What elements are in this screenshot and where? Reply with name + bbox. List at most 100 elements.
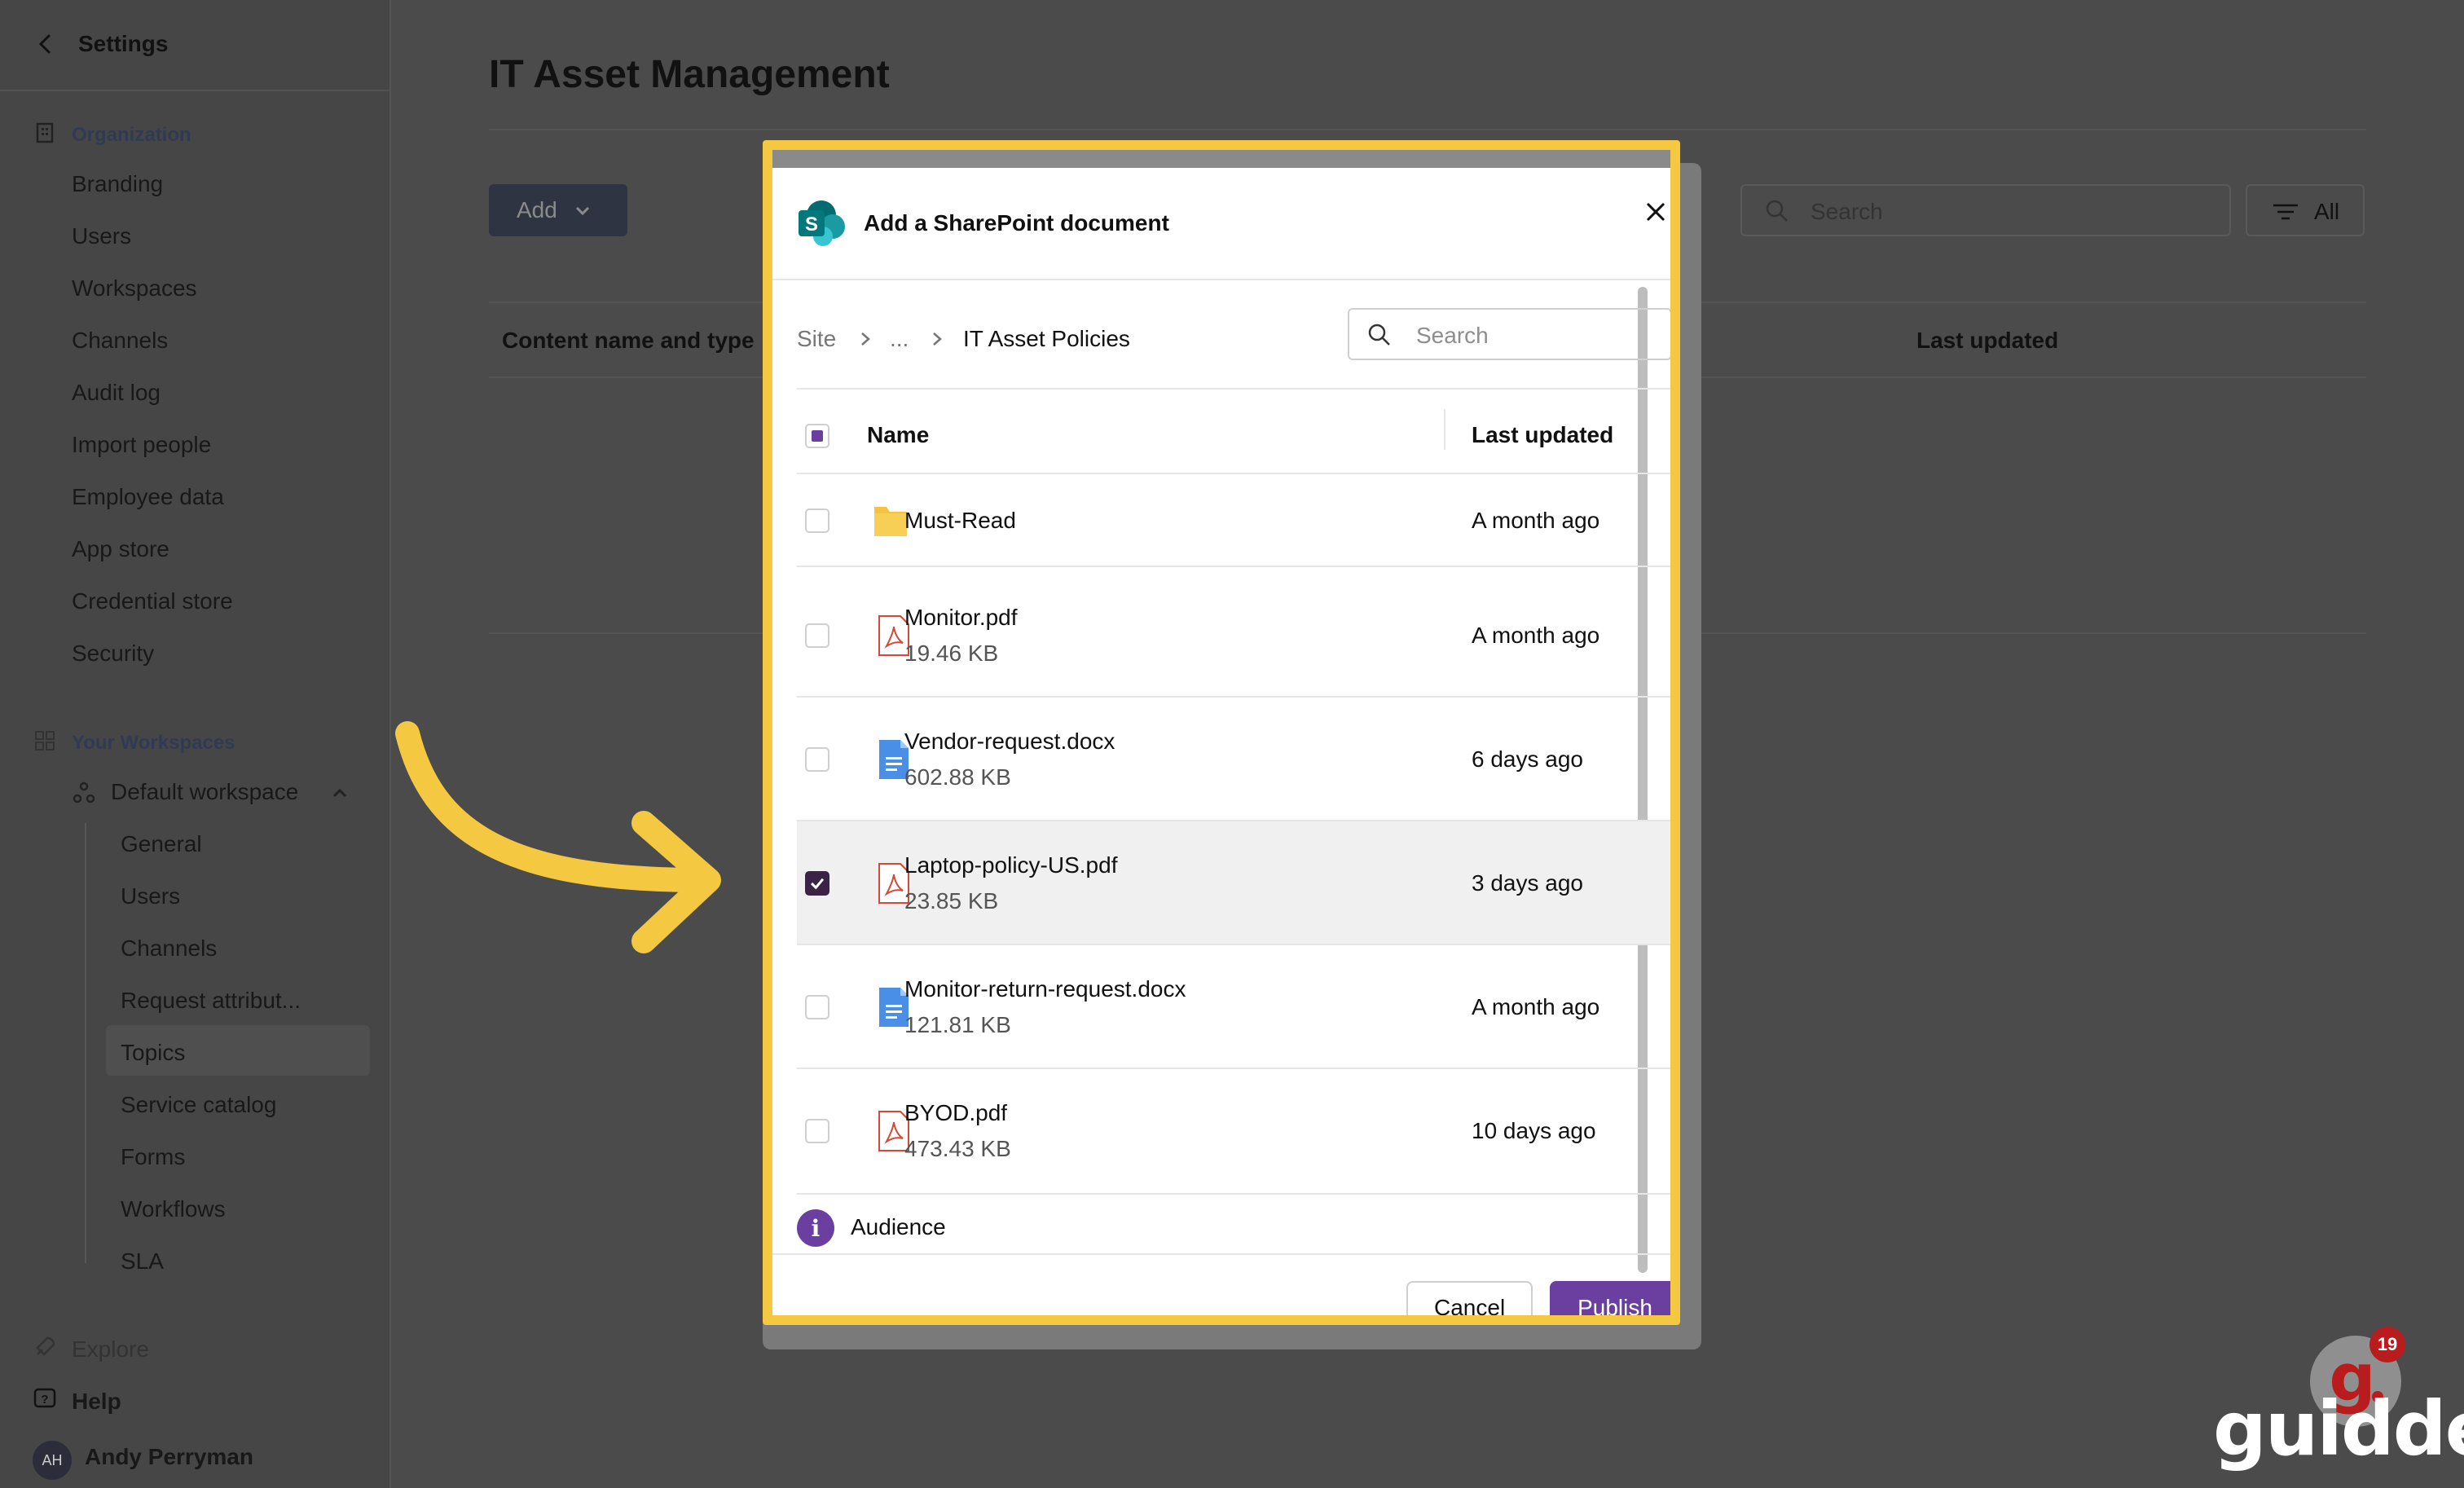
sidebar-item-import-people[interactable]: Import people xyxy=(72,432,211,458)
table-row[interactable]: Monitor.pdf 19.46 KB A month ago xyxy=(772,574,1670,698)
pointer-arrow-icon xyxy=(395,721,721,953)
column-last-updated[interactable]: Last updated xyxy=(1916,328,2058,354)
svg-text:?: ? xyxy=(41,1393,48,1407)
workspace-item-sla[interactable]: SLA xyxy=(121,1248,164,1274)
sidebar-item-workspaces[interactable]: Workspaces xyxy=(72,275,197,302)
search-placeholder: Search xyxy=(1811,199,1883,224)
row-divider xyxy=(797,566,1670,567)
help-link[interactable]: Help xyxy=(72,1389,121,1415)
cancel-button[interactable]: Cancel xyxy=(1406,1281,1533,1315)
breadcrumb-site[interactable]: Site xyxy=(797,326,836,352)
workspace-item-users[interactable]: Users xyxy=(121,883,180,909)
title-divider xyxy=(489,129,2366,130)
breadcrumb-ellipsis[interactable]: ... xyxy=(890,326,909,352)
section-your-workspaces: Your Workspaces xyxy=(72,732,235,754)
chevron-down-icon xyxy=(575,206,589,216)
file-last-updated: 6 days ago xyxy=(1472,746,1583,772)
table-bottom-divider xyxy=(797,1193,1670,1195)
row-checkbox[interactable] xyxy=(805,747,829,772)
file-size: 23.85 KB xyxy=(904,888,999,913)
building-icon xyxy=(36,122,54,143)
modal-search-input[interactable]: Search xyxy=(1348,308,1670,360)
workspace-item-forms[interactable]: Forms xyxy=(121,1144,185,1170)
user-name[interactable]: Andy Perryman xyxy=(85,1444,253,1470)
workspace-item-workflows[interactable]: Workflows xyxy=(121,1196,226,1222)
file-last-updated: 3 days ago xyxy=(1472,870,1583,896)
file-last-updated: A month ago xyxy=(1472,994,1600,1019)
file-last-updated: A month ago xyxy=(1472,623,1600,648)
file-size: 19.46 KB xyxy=(904,641,999,666)
filter-icon xyxy=(2273,204,2298,220)
column-last-updated[interactable]: Last updated xyxy=(1472,422,1613,448)
file-name[interactable]: BYOD.pdf xyxy=(904,1100,1007,1126)
workspace-item-general[interactable]: General xyxy=(121,831,202,857)
sidebar-item-credential-store[interactable]: Credential store xyxy=(72,588,233,614)
avatar[interactable]: AH xyxy=(33,1441,72,1480)
audience-label: Audience xyxy=(851,1214,946,1239)
sidebar-item-security[interactable]: Security xyxy=(72,641,154,667)
row-checkbox[interactable] xyxy=(805,1119,829,1143)
file-size: 121.81 KB xyxy=(904,1012,1011,1037)
info-icon: i xyxy=(797,1209,834,1247)
tree-line xyxy=(85,823,86,1263)
table-row[interactable]: Must-Read A month ago xyxy=(772,474,1670,567)
add-button[interactable]: Add xyxy=(489,184,627,236)
file-size: 602.88 KB xyxy=(904,764,1011,790)
close-icon[interactable] xyxy=(1639,196,1672,228)
file-name[interactable]: Must-Read xyxy=(904,508,1016,534)
filter-button[interactable]: All xyxy=(2246,184,2365,236)
workspace-item-service-catalog[interactable]: Service catalog xyxy=(121,1092,276,1118)
publish-button[interactable]: Publish xyxy=(1550,1281,1670,1315)
chevron-right-icon xyxy=(933,332,942,346)
column-separator xyxy=(1444,409,1445,450)
row-checkbox[interactable] xyxy=(805,995,829,1019)
back-arrow-icon[interactable] xyxy=(33,29,59,59)
help-icon: ? xyxy=(33,1388,56,1408)
workspace-item-channels[interactable]: Channels xyxy=(121,936,217,962)
table-row[interactable]: Vendor-request.docx 602.88 KB 6 days ago xyxy=(772,698,1670,821)
page-title: IT Asset Management xyxy=(489,53,890,96)
row-checkbox[interactable] xyxy=(805,871,829,896)
workspace-item-topics[interactable]: Topics xyxy=(121,1040,185,1066)
file-size: 473.43 KB xyxy=(904,1136,1011,1161)
file-last-updated: A month ago xyxy=(1472,508,1600,533)
section-organization: Organization xyxy=(72,124,191,146)
column-content-name[interactable]: Content name and type xyxy=(502,328,755,354)
sidebar-item-app-store[interactable]: App store xyxy=(72,536,169,562)
filter-label: All xyxy=(2314,199,2340,224)
select-all-checkbox[interactable] xyxy=(805,424,829,448)
file-name[interactable]: Laptop-policy-US.pdf xyxy=(904,852,1117,878)
chevron-up-icon[interactable] xyxy=(329,782,350,803)
workspace-icon xyxy=(73,781,95,803)
check-icon xyxy=(810,878,825,890)
chevron-right-icon xyxy=(861,332,870,346)
rocket-icon xyxy=(36,1336,55,1356)
sidebar-item-channels[interactable]: Channels xyxy=(72,328,168,354)
sidebar-item-employee-data[interactable]: Employee data xyxy=(72,484,224,510)
file-name[interactable]: Monitor.pdf xyxy=(904,605,1018,631)
table-row[interactable]: Laptop-policy-US.pdf 23.85 KB 3 days ago xyxy=(772,821,1670,945)
table-row[interactable]: Monitor-return-request.docx 121.81 KB A mo… xyxy=(772,945,1670,1069)
file-name[interactable]: Vendor-request.docx xyxy=(904,729,1115,755)
settings-sidebar: Settings Organization Branding Users Works… xyxy=(0,0,391,1488)
table-top-divider xyxy=(797,388,1670,390)
row-checkbox[interactable] xyxy=(805,508,829,533)
add-button-label: Add xyxy=(517,197,557,222)
search-icon xyxy=(1766,200,1788,222)
file-last-updated: 10 days ago xyxy=(1472,1118,1596,1143)
sidebar-item-audit-log[interactable]: Audit log xyxy=(72,380,161,406)
notification-badge: 19 xyxy=(2369,1327,2405,1363)
table-row[interactable]: BYOD.pdf 473.43 KB 10 days ago xyxy=(772,1069,1670,1193)
explore-link[interactable]: Explore xyxy=(72,1336,149,1363)
column-name[interactable]: Name xyxy=(867,422,929,448)
sidebar-item-branding[interactable]: Branding xyxy=(72,171,163,197)
sidebar-title: Settings xyxy=(78,31,169,56)
guidde-watermark: guidde. xyxy=(2213,1385,2464,1473)
file-name[interactable]: Monitor-return-request.docx xyxy=(904,976,1186,1002)
workspace-default[interactable]: Default workspace xyxy=(111,779,298,805)
row-checkbox[interactable] xyxy=(805,623,829,648)
modal-top-bar xyxy=(772,150,1670,168)
sidebar-item-users[interactable]: Users xyxy=(72,223,131,249)
workspace-item-request-attribut[interactable]: Request attribut... xyxy=(121,988,301,1014)
search-input[interactable]: Search xyxy=(1740,184,2231,236)
